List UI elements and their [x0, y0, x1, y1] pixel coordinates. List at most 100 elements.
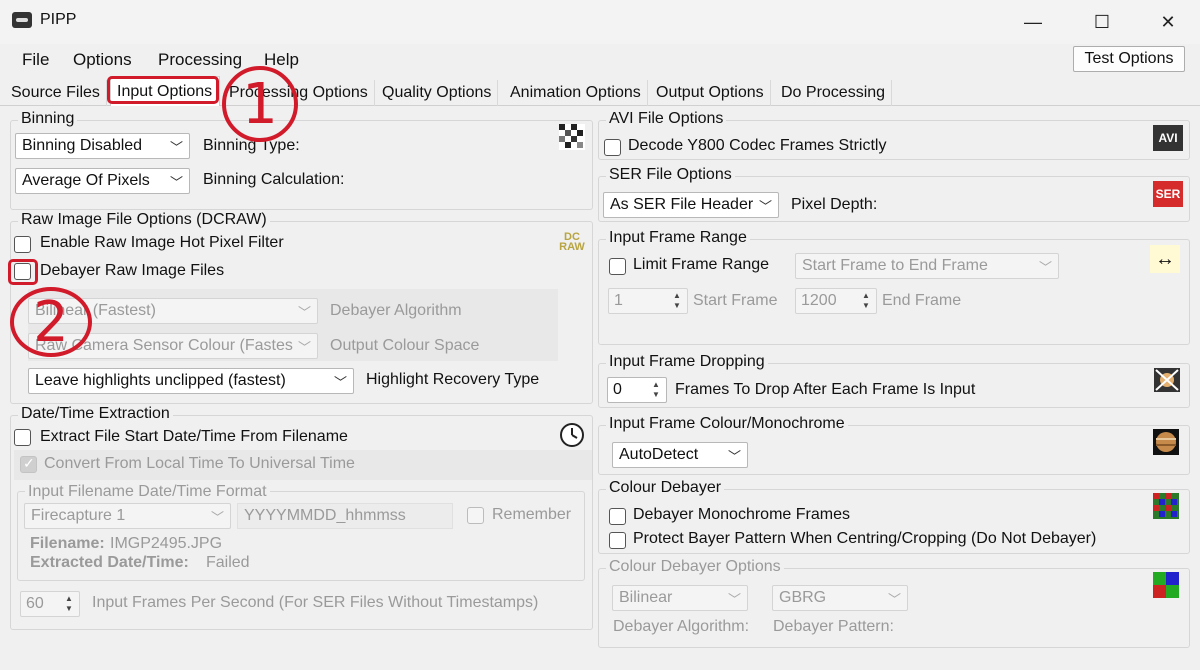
protect-bayer-label: Protect Bayer Pattern When Centring/Crop…	[633, 530, 1097, 547]
maximize-button[interactable]: ☐	[1079, 6, 1125, 38]
planet-icon	[1151, 428, 1181, 456]
range-arrows-icon: ↔	[1150, 245, 1180, 273]
frame-range-mode-select[interactable]: Start Frame to End Frame ﹀	[795, 253, 1059, 279]
protect-bayer-checkbox[interactable]	[609, 532, 626, 549]
binning-type-select[interactable]: Binning Disabled ﹀	[15, 133, 190, 159]
chevron-down-icon: ﹀	[727, 449, 741, 464]
close-button[interactable]: ✕	[1145, 6, 1191, 38]
debayer-mono-label: Debayer Monochrome Frames	[633, 506, 850, 523]
chevron-down-icon: ﹀	[727, 592, 741, 607]
bayer-pattern-icon	[1151, 492, 1181, 520]
chevron-down-icon: ﹀	[297, 305, 311, 320]
ser-legend: SER File Options	[606, 166, 735, 184]
menu-options[interactable]: Options	[73, 50, 132, 70]
chevron-down-icon: ﹀	[297, 340, 311, 355]
avi-icon: AVI	[1153, 125, 1183, 151]
stepper-arrows-icon: ▲ ▼	[862, 291, 870, 310]
colour-mono-select[interactable]: AutoDetect ﹀	[612, 442, 748, 468]
window-title: PIPP	[40, 11, 77, 28]
frames-drop-value: 0	[613, 381, 622, 398]
checker-pattern-icon	[557, 123, 587, 151]
avi-legend: AVI File Options	[606, 110, 727, 128]
fps-stepper[interactable]: 60 ▲ ▼	[20, 591, 80, 617]
start-frame-label: Start Frame	[693, 292, 778, 309]
fps-label: Input Frames Per Second (For SER Files W…	[92, 594, 539, 611]
decode-y800-label: Decode Y800 Codec Frames Strictly	[628, 137, 887, 154]
format-pattern-field[interactable]: YYYYMMDD_hhmmss	[237, 503, 453, 529]
hot-pixel-checkbox[interactable]	[14, 236, 31, 253]
tab-animation-options[interactable]: Animation Options	[504, 80, 648, 106]
frame-range-mode-value: Start Frame to End Frame	[802, 257, 988, 274]
debayer-algorithm-select-2[interactable]: Bilinear ﹀	[612, 585, 748, 611]
tab-do-processing[interactable]: Do Processing	[775, 80, 893, 106]
colour-mono-legend: Input Frame Colour/Monochrome	[606, 415, 848, 433]
limit-frame-range-checkbox[interactable]	[609, 258, 626, 275]
chevron-down-icon: ﹀	[758, 199, 772, 214]
chevron-down-icon: ﹀	[169, 140, 183, 155]
clock-icon	[557, 421, 587, 449]
frame-dropping-legend: Input Frame Dropping	[606, 353, 768, 371]
frame-range-legend: Input Frame Range	[606, 229, 750, 247]
filename-label: Filename:	[30, 535, 105, 552]
end-frame-label: End Frame	[882, 292, 962, 309]
binning-calculation-value: Average Of Pixels	[22, 172, 150, 189]
colour-debayer-legend: Colour Debayer	[606, 479, 725, 497]
colour-mono-value: AutoDetect	[619, 446, 699, 463]
stepper-arrows-icon: ▲ ▼	[65, 594, 73, 613]
binning-legend: Binning	[18, 110, 78, 128]
frames-drop-stepper[interactable]: 0 ▲ ▼	[607, 377, 667, 403]
ser-icon: SER	[1153, 181, 1183, 207]
annotation-number-one: 1	[222, 66, 298, 142]
drop-frame-icon	[1152, 366, 1182, 394]
filename-format-value: Firecapture 1	[31, 507, 126, 524]
extract-datetime-checkbox[interactable]	[14, 429, 31, 446]
pixel-depth-label: Pixel Depth:	[791, 196, 878, 213]
chevron-down-icon: ﹀	[210, 510, 224, 525]
test-options-button[interactable]: Test Options	[1073, 46, 1185, 72]
input-options-highlight	[107, 76, 219, 104]
limit-frame-range-label: Limit Frame Range	[633, 256, 770, 273]
datetime-legend: Date/Time Extraction	[18, 405, 173, 423]
remember-checkbox[interactable]	[467, 507, 484, 524]
start-frame-value: 1	[614, 292, 623, 309]
app-logo-icon	[12, 12, 32, 28]
chevron-down-icon: ﹀	[333, 375, 347, 390]
debayer-pattern-label: Debayer Pattern:	[773, 618, 894, 635]
stepper-arrows-icon: ▲ ▼	[673, 291, 681, 310]
tab-output-options[interactable]: Output Options	[650, 80, 771, 106]
filename-format-legend: Input Filename Date/Time Format	[25, 483, 270, 501]
binning-calculation-select[interactable]: Average Of Pixels ﹀	[15, 168, 190, 194]
debayer-raw-label: Debayer Raw Image Files	[40, 262, 225, 279]
raw-options-legend: Raw Image File Options (DCRAW)	[18, 211, 270, 229]
chevron-down-icon: ﹀	[887, 592, 901, 607]
convert-utc-label: Convert From Local Time To Universal Tim…	[44, 455, 355, 472]
extract-datetime-label: Extract File Start Date/Time From Filena…	[40, 428, 348, 445]
debayer-algorithm-label-2: Debayer Algorithm:	[613, 618, 750, 635]
remember-label: Remember	[492, 506, 572, 523]
tab-source-files[interactable]: Source Files	[5, 80, 107, 106]
debayer-mono-checkbox[interactable]	[609, 508, 626, 525]
stepper-arrows-icon: ▲ ▼	[652, 380, 660, 399]
output-colour-label: Output Colour Space	[330, 337, 480, 354]
debayer-checkbox-highlight	[8, 259, 38, 285]
annotation-number-two: 2	[10, 287, 92, 357]
minimize-button[interactable]: —	[1010, 6, 1056, 38]
chevron-down-icon: ﹀	[169, 175, 183, 190]
pixel-depth-select[interactable]: As SER File Header ﹀	[603, 192, 779, 218]
menu-file[interactable]: File	[22, 50, 49, 70]
extracted-datetime-label: Extracted Date/Time:	[30, 554, 189, 571]
convert-utc-checkbox[interactable]	[20, 455, 37, 473]
dcraw-icon: DC RAW	[559, 231, 585, 253]
menu-processing[interactable]: Processing	[158, 50, 242, 70]
highlight-recovery-select[interactable]: Leave highlights unclipped (fastest) ﹀	[28, 368, 354, 394]
start-frame-stepper[interactable]: 1 ▲ ▼	[608, 288, 688, 314]
decode-y800-checkbox[interactable]	[604, 139, 621, 156]
extracted-datetime-value: Failed	[206, 554, 250, 571]
filename-format-select[interactable]: Firecapture 1 ﹀	[24, 503, 231, 529]
frames-drop-label: Frames To Drop After Each Frame Is Input	[675, 381, 976, 398]
debayer-pattern-select[interactable]: GBRG ﹀	[772, 585, 908, 611]
tab-quality-options[interactable]: Quality Options	[376, 80, 499, 106]
debayer-options-legend: Colour Debayer Options	[606, 558, 784, 576]
debayer-algorithm-label: Debayer Algorithm	[330, 302, 462, 319]
end-frame-stepper[interactable]: 1200 ▲ ▼	[795, 288, 877, 314]
